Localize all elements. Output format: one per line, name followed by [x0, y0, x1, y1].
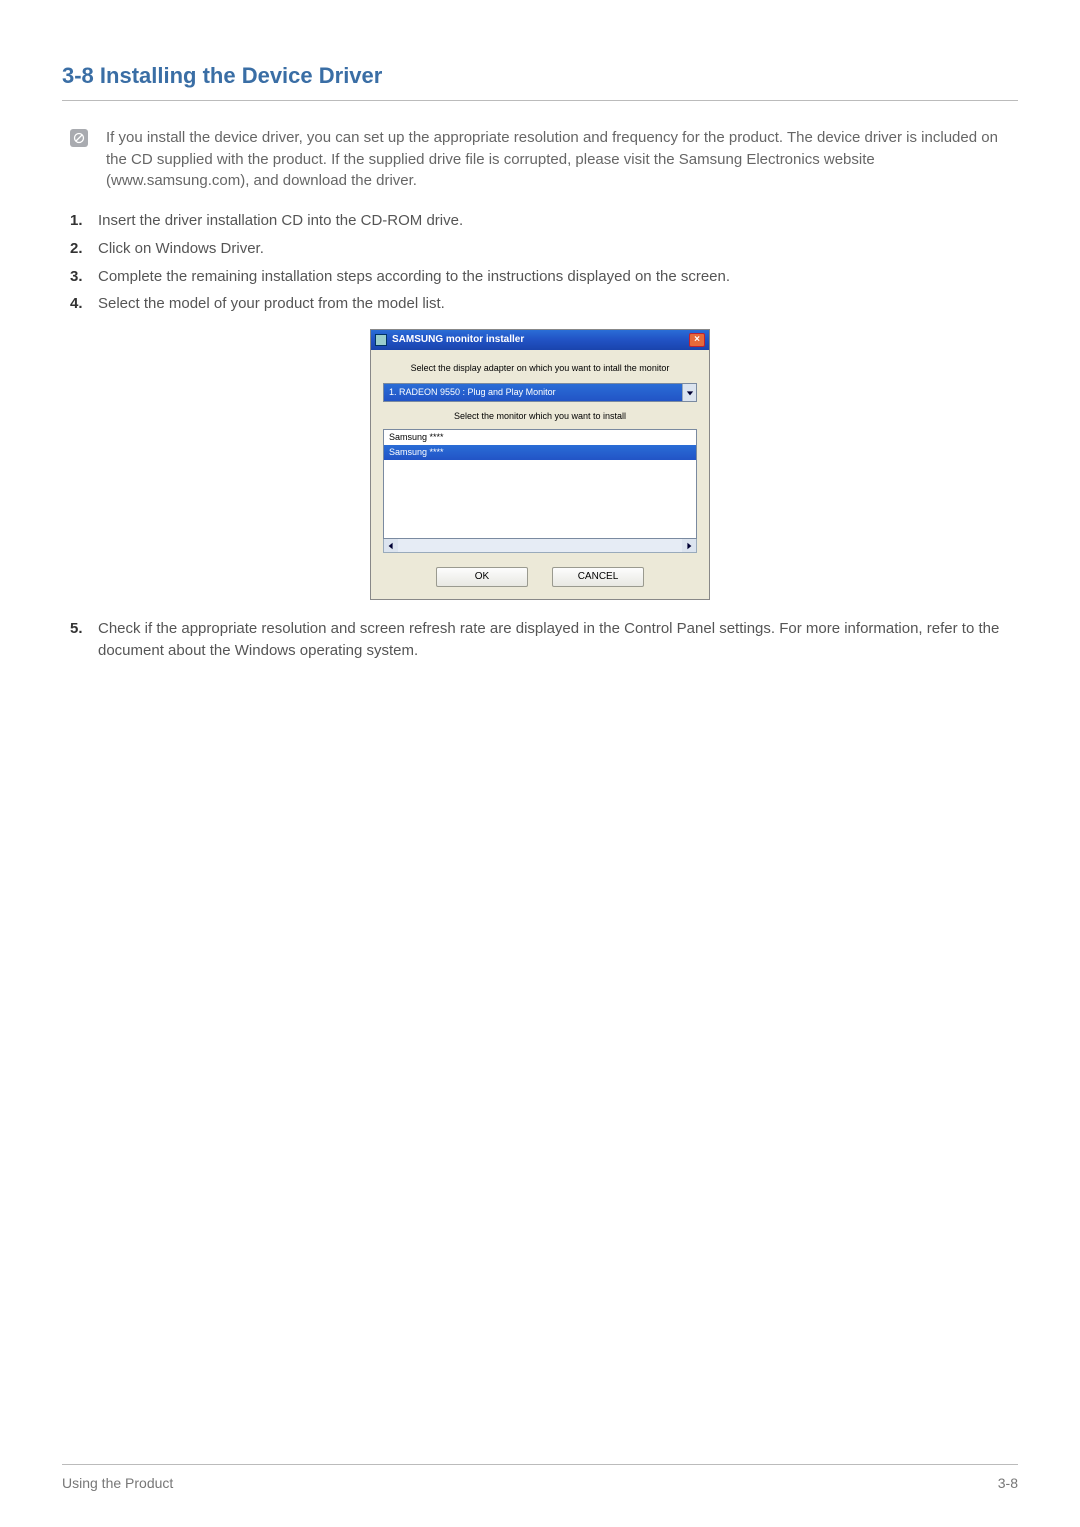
- step-1: Insert the driver installation CD into t…: [70, 210, 1018, 232]
- app-icon: [375, 334, 387, 346]
- scroll-track[interactable]: [398, 539, 682, 552]
- installer-dialog-figure: SAMSUNG monitor installer × Select the d…: [62, 329, 1018, 600]
- steps-list-cont: Check if the appropriate resolution and …: [70, 618, 1018, 662]
- monitor-listbox[interactable]: Samsung **** Samsung ****: [383, 429, 697, 539]
- list-item[interactable]: Samsung ****: [384, 445, 696, 460]
- scroll-right-icon[interactable]: [682, 539, 696, 552]
- cancel-button[interactable]: CANCEL: [552, 567, 644, 587]
- note-text: If you install the device driver, you ca…: [106, 127, 1018, 192]
- step-5: Check if the appropriate resolution and …: [70, 618, 1018, 662]
- footer-left: Using the Product: [62, 1473, 173, 1493]
- ok-button[interactable]: OK: [436, 567, 528, 587]
- dropdown-selected: 1. RADEON 9550 : Plug and Play Monitor: [384, 384, 682, 401]
- note-block: If you install the device driver, you ca…: [70, 127, 1018, 192]
- dialog-instruction-2: Select the monitor which you want to ins…: [383, 410, 697, 423]
- step-4: Select the model of your product from th…: [70, 293, 1018, 315]
- footer-right: 3-8: [998, 1473, 1018, 1493]
- info-icon: [70, 129, 88, 147]
- steps-list: Insert the driver installation CD into t…: [70, 210, 1018, 315]
- close-icon[interactable]: ×: [689, 333, 705, 347]
- chevron-down-icon[interactable]: [682, 384, 696, 401]
- installer-dialog: SAMSUNG monitor installer × Select the d…: [370, 329, 710, 600]
- horizontal-scrollbar[interactable]: [383, 539, 697, 553]
- page-footer: Using the Product 3-8: [62, 1464, 1018, 1493]
- dialog-titlebar: SAMSUNG monitor installer ×: [371, 330, 709, 350]
- section-heading: 3-8 Installing the Device Driver: [62, 60, 1018, 101]
- step-3: Complete the remaining installation step…: [70, 266, 1018, 288]
- step-2: Click on Windows Driver.: [70, 238, 1018, 260]
- list-item[interactable]: Samsung ****: [384, 430, 696, 445]
- scroll-left-icon[interactable]: [384, 539, 398, 552]
- dialog-title: SAMSUNG monitor installer: [392, 333, 524, 348]
- dialog-instruction-1: Select the display adapter on which you …: [383, 362, 697, 375]
- display-adapter-dropdown[interactable]: 1. RADEON 9550 : Plug and Play Monitor: [383, 383, 697, 402]
